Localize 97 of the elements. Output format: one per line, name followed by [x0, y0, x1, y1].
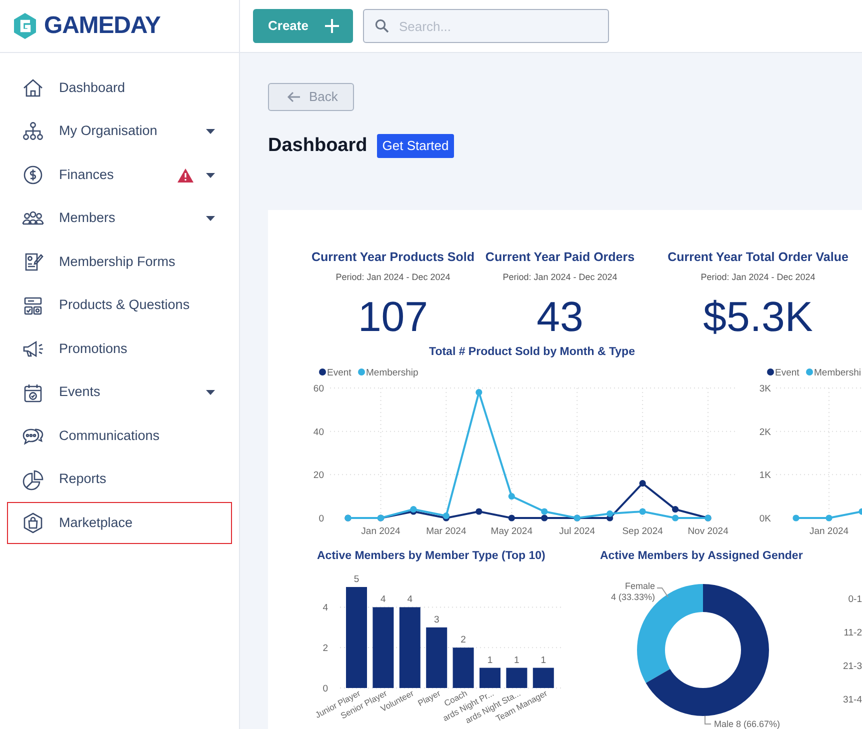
axis-label: 40 [313, 426, 324, 438]
bar [532, 668, 554, 688]
axis-label: 60 [313, 384, 324, 394]
axis-label: May 2024 [490, 526, 533, 537]
data-label: 1 [487, 654, 493, 666]
slice-label: Male 8 (66.67%) [714, 719, 780, 729]
slice-label: Female [624, 581, 655, 591]
axis-label: 2 [322, 643, 328, 654]
org-chart-icon [22, 120, 44, 142]
logo-text: GAMEDAY [44, 11, 160, 41]
legend-label: Event [775, 368, 800, 378]
leader-line [656, 588, 668, 598]
kpi-period: Period: Jan 2024 - Dec 2024 [700, 270, 816, 284]
kpi-value: 43 [536, 296, 584, 338]
point [476, 389, 482, 396]
kpi-period: Period: Jan 2024 - Dec 2024 [502, 270, 618, 284]
axis-label: Mar 2024 [426, 526, 466, 537]
chart-title: Active Members by Assigned Gender [600, 550, 803, 562]
sidebar-item[interactable]: My Organisation [7, 110, 232, 152]
kpi-title: Current Year Paid Orders [485, 249, 635, 266]
kpi-value: $5.3K [703, 296, 813, 338]
point [541, 508, 548, 515]
sidebar-item[interactable]: Dashboard [7, 67, 232, 109]
data-label: 4 [407, 594, 413, 606]
axis-label: 31-4 [842, 694, 862, 705]
bar [506, 668, 528, 688]
data-label: 2 [460, 634, 466, 646]
axis-label: Sep 2024 [622, 526, 663, 537]
chart-title: Total # Product Sold by Month & Type [429, 346, 635, 358]
point [476, 508, 482, 515]
point [541, 514, 548, 522]
axis-label: 0-1 [848, 594, 862, 605]
sidebar-item[interactable]: Events [7, 372, 232, 414]
sidebar-item[interactable]: Members [7, 198, 232, 240]
sidebar-item[interactable]: Finances [7, 154, 232, 196]
sidebar-item[interactable]: Membership Forms [7, 241, 232, 283]
sidebar-item[interactable]: Communications [7, 415, 232, 457]
axis-label: Jan 2024 [809, 526, 849, 537]
logo-icon [12, 12, 38, 40]
back-arrow-icon [287, 91, 301, 103]
shopping-bag-icon [22, 512, 44, 534]
axis-label: 0K [759, 514, 771, 524]
bar [480, 668, 500, 688]
plus-icon [324, 18, 340, 34]
legend-item[interactable]: Event [319, 368, 352, 378]
panel-icon [22, 294, 44, 316]
point [639, 508, 646, 515]
kpi-period: Period: Jan 2024 - Dec 2024 [336, 270, 450, 284]
axis-label: 0 [318, 514, 324, 524]
home-icon [22, 77, 44, 99]
bar [426, 627, 448, 688]
bar [452, 648, 474, 688]
axis-label: 3K [759, 384, 771, 394]
sidebar-item[interactable]: Reports [7, 458, 232, 500]
point [508, 493, 515, 500]
point [672, 514, 679, 522]
axis-label: 0 [322, 684, 328, 694]
sidebar-item[interactable]: Promotions [7, 328, 232, 370]
axis-label: 11-2 [844, 628, 862, 638]
legend-item[interactable]: Membershi [806, 368, 861, 378]
data-line [792, 508, 862, 522]
calendar-icon [22, 382, 44, 404]
data-label: 1 [514, 654, 520, 666]
legend-label: Event [327, 368, 352, 378]
point [508, 514, 515, 522]
get-started-button[interactable]: Get Started [377, 134, 454, 158]
leader-line [704, 716, 712, 724]
data-label: 5 [354, 574, 360, 585]
chart-title: Active Members by Member Type (Top 10) [317, 550, 546, 562]
axis-label: Jan 2024 [361, 526, 400, 537]
slice-label: 4 (33.33%) [610, 592, 655, 602]
kpi-title: Current Year Products Sold [311, 249, 474, 266]
legend-item[interactable]: Membership [358, 368, 418, 378]
sidebar-item[interactable]: Marketplace [7, 502, 232, 544]
axis-label: 2K [759, 426, 771, 438]
kpi-title: Current Year Total Order Value [668, 249, 848, 266]
search-field[interactable]: Search... [363, 9, 609, 43]
axis-label: Nov 2024 [688, 526, 728, 537]
legend-item[interactable]: Event [767, 368, 800, 378]
megaphone-icon [22, 338, 44, 360]
point [639, 480, 646, 487]
data-label: 1 [540, 654, 546, 666]
axis-label: 20 [313, 470, 324, 482]
point [606, 510, 614, 517]
kpi-value: 107 [358, 296, 428, 338]
axis-label: 4 [322, 602, 328, 614]
page-title: Dashboard [268, 134, 368, 158]
data-label: 3 [434, 614, 440, 626]
axis-label: Jul 2024 [559, 526, 596, 537]
data-label: 4 [380, 594, 386, 606]
sidebar-item[interactable]: Products & Questions [7, 284, 232, 326]
pie-chart-icon [22, 468, 44, 490]
search-icon [375, 19, 389, 33]
axis-label: 1K [759, 470, 771, 482]
dollar-icon [22, 164, 44, 186]
axis-label: 21-3 [842, 661, 862, 672]
point [672, 506, 679, 513]
